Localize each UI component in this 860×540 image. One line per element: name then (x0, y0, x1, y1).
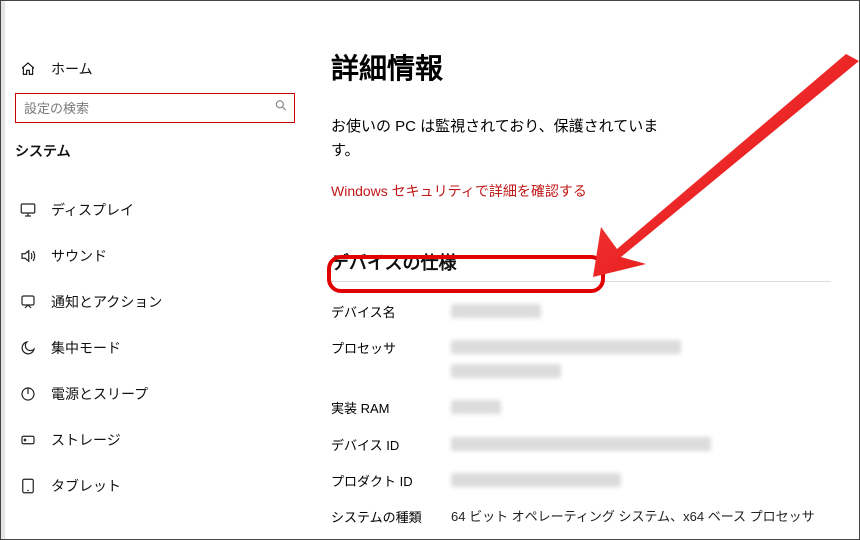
device-id-row: デバイス ID (331, 429, 831, 465)
spec-label: プロセッサ (331, 338, 451, 357)
spec-label: 実装 RAM (331, 398, 451, 417)
system-type-value: 64 ビット オペレーティング システム、x64 ベース プロセッサ (451, 507, 831, 527)
sidebar: ホーム システム ディスプレイ サウンド (1, 1, 311, 539)
sidebar-items: ディスプレイ サウンド 通知とアクション 集中モード (1, 187, 311, 509)
sidebar-item-display[interactable]: ディスプレイ (1, 187, 311, 233)
sidebar-item-sound[interactable]: サウンド (1, 233, 311, 279)
device-name-value (451, 302, 831, 326)
product-id-row: プロダクト ID (331, 465, 831, 501)
sidebar-section-system: システム (15, 141, 71, 161)
tablet-icon (19, 477, 37, 495)
device-id-value (451, 435, 831, 459)
protection-status-text: お使いの PC は監視されており、保護されています。 (331, 115, 661, 163)
device-spec-table: デバイス名 プロセッサ 実装 RAM デバイス ID プロダクト ID システム… (331, 296, 831, 540)
windows-security-link[interactable]: Windows セキュリティで詳細を確認する (331, 181, 587, 201)
device-name-row: デバイス名 (331, 296, 831, 332)
notification-icon (19, 293, 37, 311)
ram-row: 実装 RAM (331, 392, 831, 428)
sidebar-item-storage[interactable]: ストレージ (1, 417, 311, 463)
display-icon (19, 201, 37, 219)
spec-label: デバイス名 (331, 302, 451, 321)
system-type-row: システムの種類 64 ビット オペレーティング システム、x64 ベース プロセ… (331, 501, 831, 533)
spec-label: デバイス ID (331, 435, 451, 454)
sidebar-home[interactable]: ホーム (19, 49, 289, 89)
sidebar-item-power[interactable]: 電源とスリープ (1, 371, 311, 417)
sidebar-home-label: ホーム (51, 59, 93, 79)
sidebar-item-label: 通知とアクション (51, 292, 293, 312)
sidebar-item-label: 集中モード (51, 338, 293, 358)
sidebar-item-label: タブレット (51, 476, 293, 496)
power-icon (19, 385, 37, 403)
spec-label: プロダクト ID (331, 471, 451, 490)
ram-value (451, 398, 831, 422)
device-spec-header: デバイスの仕様 (331, 249, 831, 282)
processor-row: プロセッサ (331, 332, 831, 392)
sidebar-item-label: ストレージ (51, 430, 293, 450)
pen-touch-row: ペンとタッチ このディスプレイでは、ペン入力とタッチ入力は利用できません (331, 533, 831, 540)
home-icon (19, 61, 37, 77)
sidebar-item-label: サウンド (51, 246, 293, 266)
sidebar-item-label: ディスプレイ (51, 200, 293, 220)
focus-icon (19, 339, 37, 357)
search-box[interactable] (15, 93, 295, 123)
sidebar-item-tablet[interactable]: タブレット (1, 463, 311, 509)
sidebar-item-notifications[interactable]: 通知とアクション (1, 279, 311, 325)
sidebar-item-label: 電源とスリープ (51, 384, 293, 404)
search-input[interactable] (16, 94, 294, 122)
storage-icon (19, 431, 37, 449)
sound-icon (19, 247, 37, 265)
processor-value (451, 338, 831, 386)
settings-window: 設定 ホーム システム ディスプレイ (0, 0, 860, 540)
spec-label: システムの種類 (331, 507, 451, 526)
page-title: 詳細情報 (331, 47, 851, 87)
product-id-value (451, 471, 831, 495)
sidebar-item-focus[interactable]: 集中モード (1, 325, 311, 371)
main-content: 詳細情報 お使いの PC は監視されており、保護されています。 Windows … (331, 1, 851, 539)
